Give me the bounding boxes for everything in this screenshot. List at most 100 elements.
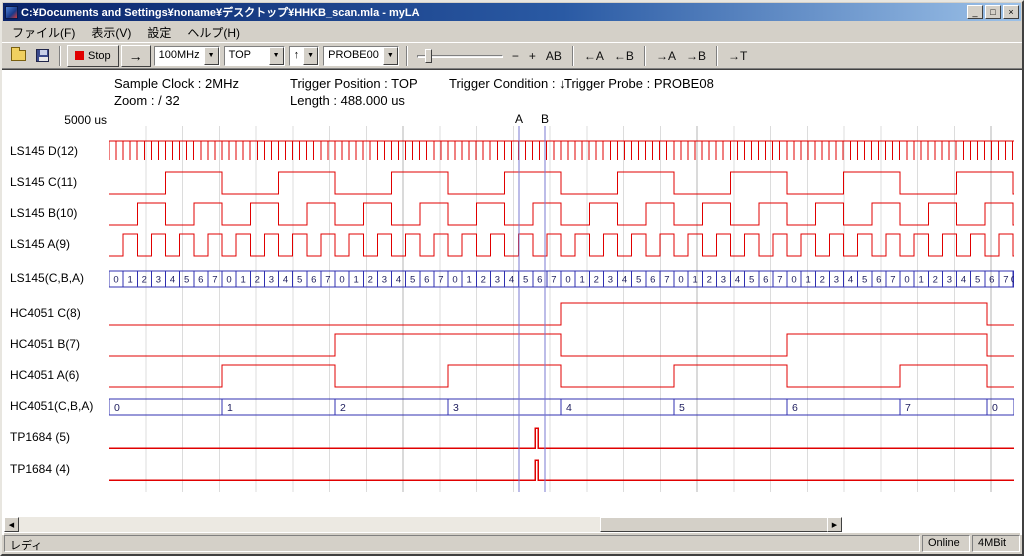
svg-text:1: 1 (241, 275, 246, 286)
svg-text:3: 3 (495, 275, 500, 286)
svg-text:2: 2 (933, 275, 938, 286)
cursor-label[interactable]: A (515, 112, 523, 126)
svg-text:6: 6 (424, 275, 429, 286)
zoom-out-button[interactable]: − (507, 47, 524, 65)
toolbar: Stop → 100MHz ▼ TOP ▼ ↑ ▼ PROBE00 ▼ − + … (2, 42, 1022, 69)
chevron-down-icon[interactable]: ▼ (303, 47, 318, 65)
channel-label[interactable]: TP1684 (5) (10, 430, 70, 446)
open-file-button[interactable] (7, 46, 29, 66)
zoom-slider[interactable] (417, 47, 503, 65)
channel-label[interactable]: LS145 A(9) (10, 237, 70, 253)
sample-clock-select[interactable]: 100MHz ▼ (154, 46, 220, 66)
zoom-in-button[interactable]: + (524, 47, 541, 65)
channel-label[interactable]: HC4051(C,B,A) (10, 399, 93, 415)
goto-a-right-button[interactable]: →A (651, 47, 681, 65)
svg-text:4: 4 (283, 275, 288, 286)
horizontal-scrollbar[interactable]: ◀ ▶ (4, 517, 842, 532)
window-title: C:¥Documents and Settings¥noname¥デスクトップ¥… (21, 4, 967, 20)
scroll-left-icon[interactable]: ◀ (4, 517, 19, 532)
svg-text:5: 5 (636, 275, 641, 286)
menu-help[interactable]: ヘルプ(H) (179, 22, 248, 43)
svg-text:6: 6 (198, 275, 203, 286)
goto-b-right-button[interactable]: →B (681, 47, 711, 65)
svg-text:6: 6 (989, 275, 994, 286)
waveform-panel: Sample Clock : 2MHz Trigger Position : T… (2, 69, 1022, 535)
menubar: ファイル(F) 表示(V) 設定 ヘルプ(H) (2, 22, 1022, 42)
svg-text:2: 2 (368, 275, 373, 286)
channel-label[interactable]: HC4051 B(7) (10, 337, 80, 353)
svg-text:0: 0 (904, 275, 909, 286)
scroll-right-icon[interactable]: ▶ (827, 517, 842, 532)
menu-view[interactable]: 表示(V) (83, 22, 139, 43)
app-window: C:¥Documents and Settings¥noname¥デスクトップ¥… (0, 0, 1024, 556)
svg-text:5: 5 (862, 275, 867, 286)
chevron-down-icon[interactable]: ▼ (204, 47, 219, 65)
zoom-slider-thumb[interactable] (425, 49, 432, 63)
svg-text:1: 1 (467, 275, 472, 286)
svg-text:2: 2 (340, 402, 346, 414)
svg-text:7: 7 (664, 275, 669, 286)
svg-text:7: 7 (905, 402, 911, 414)
channel-labels: LS145 D(12) LS145 C(11) LS145 B(10) LS145 A… (2, 126, 109, 492)
trigger-edge-value: ↑ (290, 47, 304, 65)
svg-text:6: 6 (763, 275, 768, 286)
toolbar-separator (59, 46, 61, 66)
goto-b-left-button[interactable]: ←B (609, 47, 639, 65)
svg-text:0: 0 (1011, 275, 1014, 286)
svg-text:4: 4 (622, 275, 627, 286)
channel-label[interactable]: LS145(C,B,A) (10, 271, 84, 287)
goto-a-left-button[interactable]: ←A (579, 47, 609, 65)
svg-text:3: 3 (156, 275, 161, 286)
scrollbar-thumb[interactable] (600, 517, 828, 532)
menu-file[interactable]: ファイル(F) (4, 22, 83, 43)
trigger-probe-value: PROBE00 (324, 47, 383, 65)
status-online: Online (922, 535, 970, 552)
close-button[interactable]: × (1003, 5, 1019, 19)
channel-label[interactable]: HC4051 C(8) (10, 306, 81, 322)
svg-text:0: 0 (114, 402, 120, 414)
trigger-edge-select[interactable]: ↑ ▼ (289, 46, 320, 66)
svg-text:1: 1 (128, 275, 133, 286)
stop-button[interactable]: Stop (67, 45, 119, 67)
svg-text:5: 5 (975, 275, 980, 286)
minimize-button[interactable]: _ (967, 5, 983, 19)
status-ready: レディ (4, 535, 920, 552)
svg-text:5: 5 (523, 275, 528, 286)
svg-text:3: 3 (453, 402, 459, 414)
svg-text:0: 0 (226, 275, 231, 286)
toolbar-separator (406, 46, 408, 66)
run-button[interactable]: → (121, 45, 151, 67)
waveform-canvas[interactable]: 0123456701234567012345670123456701234567… (109, 126, 1014, 492)
channel-label[interactable]: LS145 D(12) (10, 144, 78, 160)
svg-text:4: 4 (396, 275, 401, 286)
channel-label[interactable]: TP1684 (4) (10, 462, 70, 478)
menu-settings[interactable]: 設定 (139, 22, 179, 43)
goto-trigger-button[interactable]: →T (723, 47, 752, 65)
channel-label[interactable]: HC4051 A(6) (10, 368, 79, 384)
svg-text:6: 6 (537, 275, 542, 286)
svg-text:7: 7 (777, 275, 782, 286)
titlebar[interactable]: C:¥Documents and Settings¥noname¥デスクトップ¥… (3, 3, 1021, 21)
floppy-icon (36, 49, 49, 62)
maximize-button[interactable]: □ (985, 5, 1001, 19)
trigger-probe-select[interactable]: PROBE00 ▼ (323, 46, 399, 66)
status-memory: 4MBit (972, 535, 1020, 552)
svg-text:4: 4 (961, 275, 966, 286)
save-button[interactable] (31, 46, 53, 66)
svg-text:0: 0 (678, 275, 683, 286)
cursor-label[interactable]: B (541, 112, 549, 126)
svg-text:4: 4 (509, 275, 514, 286)
trigger-condition-info: Trigger Condition : ↓ (449, 76, 566, 91)
svg-text:3: 3 (947, 275, 952, 286)
sample-clock-info: Sample Clock : 2MHz (114, 76, 239, 91)
chevron-down-icon[interactable]: ▼ (383, 47, 398, 65)
svg-text:6: 6 (311, 275, 316, 286)
svg-text:4: 4 (848, 275, 853, 286)
channel-label[interactable]: LS145 C(11) (10, 175, 77, 191)
channel-label[interactable]: LS145 B(10) (10, 206, 77, 222)
svg-text:3: 3 (382, 275, 387, 286)
trigger-position-select[interactable]: TOP ▼ (224, 46, 285, 66)
svg-text:1: 1 (580, 275, 585, 286)
chevron-down-icon[interactable]: ▼ (269, 47, 284, 65)
zoom-ab-button[interactable]: AB (541, 47, 567, 65)
